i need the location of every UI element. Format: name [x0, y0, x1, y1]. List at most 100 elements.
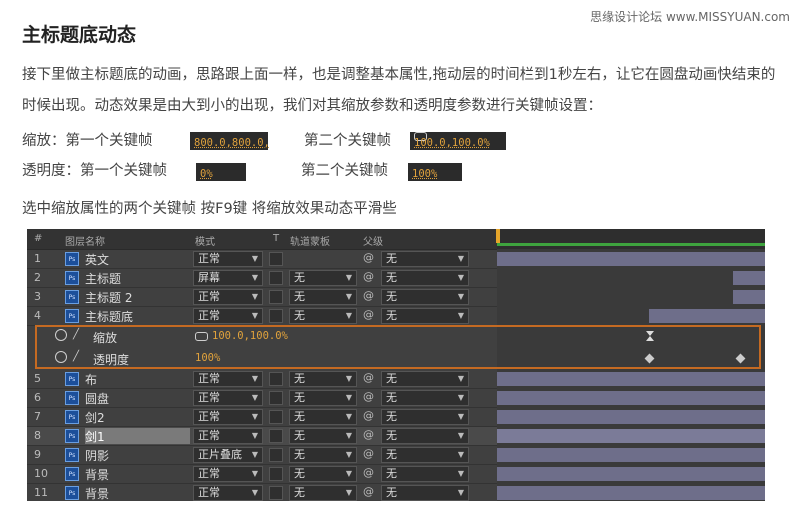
layer-row[interactable]: 6 Ps 圆盘 正常 ▼ 无 ▼ @ 无 ▼ — [27, 389, 497, 408]
mode-dropdown[interactable]: 正常 ▼ — [193, 390, 263, 406]
layer-name[interactable]: 剑2 — [85, 409, 190, 425]
layer-row[interactable]: 3 Ps 主标题 2 正常 ▼ 无 ▼ @ 无 ▼ — [27, 288, 497, 307]
parent-dropdown[interactable]: 无 ▼ — [381, 428, 469, 444]
preserve-transparency-checkbox[interactable] — [269, 448, 283, 462]
layer-name[interactable]: 背景 — [85, 466, 190, 482]
mode-dropdown[interactable]: 正片叠底 ▼ — [193, 447, 263, 463]
layer-row[interactable]: 1 Ps 英文 正常 ▼ @ 无 ▼ — [27, 250, 497, 269]
parent-pickwhip-icon[interactable]: @ — [363, 289, 374, 302]
track-matte-dropdown[interactable]: 无 ▼ — [289, 409, 357, 425]
track-matte-dropdown[interactable]: 无 ▼ — [289, 270, 357, 286]
track-matte-dropdown[interactable]: 无 ▼ — [289, 428, 357, 444]
layer-duration-bar[interactable] — [497, 467, 765, 481]
parent-pickwhip-icon[interactable]: @ — [363, 428, 374, 441]
layer-row[interactable]: 8 Ps 剑1 正常 ▼ 无 ▼ @ 无 ▼ — [27, 427, 497, 446]
layer-duration-bar[interactable] — [497, 486, 765, 500]
layer-row[interactable]: 7 Ps 剑2 正常 ▼ 无 ▼ @ 无 ▼ — [27, 408, 497, 427]
layer-row[interactable]: 2 Ps 主标题 屏幕 ▼ 无 ▼ @ 无 ▼ — [27, 269, 497, 288]
opacity-first-value: 0% — [196, 163, 246, 181]
layer-duration-bar[interactable] — [497, 429, 765, 443]
ps-file-icon: Ps — [65, 486, 79, 500]
parent-dropdown[interactable]: 无 ▼ — [381, 390, 469, 406]
chevron-down-icon: ▼ — [251, 488, 258, 497]
layer-name[interactable]: 主标题 2 — [85, 289, 190, 305]
mode-dropdown[interactable]: 正常 ▼ — [193, 371, 263, 387]
preserve-transparency-checkbox[interactable] — [269, 309, 283, 323]
layer-duration-bar[interactable] — [733, 271, 765, 285]
parent-dropdown[interactable]: 无 ▼ — [381, 371, 469, 387]
parent-pickwhip-icon[interactable]: @ — [363, 485, 374, 498]
mode-dropdown[interactable]: 屏幕 ▼ — [193, 270, 263, 286]
layer-name[interactable]: 主标题底 — [85, 308, 190, 324]
parent-dropdown[interactable]: 无 ▼ — [381, 289, 469, 305]
layer-row[interactable]: 9 Ps 阴影 正片叠底 ▼ 无 ▼ @ 无 ▼ — [27, 446, 497, 465]
header-num: # — [34, 233, 43, 244]
parent-dropdown[interactable]: 无 ▼ — [381, 466, 469, 482]
track-matte-dropdown[interactable]: 无 ▼ — [289, 466, 357, 482]
mode-dropdown[interactable]: 正常 ▼ — [193, 485, 263, 501]
layer-name[interactable]: 圆盘 — [85, 390, 190, 406]
parent-dropdown[interactable]: 无 ▼ — [381, 251, 469, 267]
layer-duration-bar[interactable] — [497, 448, 765, 462]
parent-pickwhip-icon[interactable]: @ — [363, 466, 374, 479]
layer-duration-bar[interactable] — [497, 252, 765, 266]
layer-duration-bar[interactable] — [649, 309, 765, 323]
layer-duration-bar[interactable] — [497, 410, 765, 424]
chevron-down-icon: ▼ — [251, 374, 258, 383]
mode-dropdown[interactable]: 正常 ▼ — [193, 289, 263, 305]
chevron-down-icon: ▼ — [345, 488, 352, 497]
layer-duration-bar[interactable] — [497, 372, 765, 386]
layer-row[interactable]: 10 Ps 背景 正常 ▼ 无 ▼ @ 无 ▼ — [27, 465, 497, 484]
mode-dropdown[interactable]: 正常 ▼ — [193, 251, 263, 267]
layer-name[interactable]: 主标题 — [85, 270, 190, 286]
layer-name[interactable]: 阴影 — [85, 447, 190, 463]
preserve-transparency-checkbox[interactable] — [269, 410, 283, 424]
work-area-bar[interactable] — [497, 243, 765, 246]
parent-pickwhip-icon[interactable]: @ — [363, 447, 374, 460]
preserve-transparency-checkbox[interactable] — [269, 290, 283, 304]
track-matte-dropdown[interactable]: 无 ▼ — [289, 485, 357, 501]
parent-dropdown[interactable]: 无 ▼ — [381, 308, 469, 324]
parent-dropdown[interactable]: 无 ▼ — [381, 270, 469, 286]
layer-duration-bar[interactable] — [733, 290, 765, 304]
watermark: 思缘设计论坛 www.MISSYUAN.com — [590, 10, 790, 24]
layer-row[interactable]: 4 Ps 主标题底 正常 ▼ 无 ▼ @ 无 ▼ — [27, 307, 497, 326]
parent-pickwhip-icon[interactable]: @ — [363, 390, 374, 403]
preserve-transparency-checkbox[interactable] — [269, 391, 283, 405]
preserve-transparency-checkbox[interactable] — [269, 372, 283, 386]
layer-name[interactable]: 剑1 — [85, 428, 190, 444]
preserve-transparency-checkbox[interactable] — [269, 271, 283, 285]
layer-row[interactable]: 5 Ps 布正常 ▼ 无 ▼ @ 无 ▼ — [27, 370, 497, 389]
layer-number: 7 — [34, 410, 41, 423]
preserve-transparency-checkbox[interactable] — [269, 429, 283, 443]
time-ruler[interactable] — [497, 229, 765, 249]
track-matte-dropdown[interactable]: 无 ▼ — [289, 308, 357, 324]
layer-name[interactable]: 英文 — [85, 251, 190, 267]
layer-name[interactable]: 背景 — [85, 485, 190, 501]
mode-dropdown[interactable]: 正常 ▼ — [193, 308, 263, 324]
parent-pickwhip-icon[interactable]: @ — [363, 371, 374, 384]
ps-file-icon: Ps — [65, 448, 79, 462]
track-matte-dropdown[interactable]: 无 ▼ — [289, 371, 357, 387]
mode-dropdown[interactable]: 正常 ▼ — [193, 428, 263, 444]
parent-dropdown[interactable]: 无 ▼ — [381, 485, 469, 501]
track-matte-dropdown[interactable]: 无 ▼ — [289, 390, 357, 406]
parent-dropdown[interactable]: 无 ▼ — [381, 409, 469, 425]
track-matte-dropdown[interactable]: 无 ▼ — [289, 289, 357, 305]
preserve-transparency-checkbox[interactable] — [269, 252, 283, 266]
parent-pickwhip-icon[interactable]: @ — [363, 270, 374, 283]
playhead[interactable] — [496, 229, 500, 243]
parent-pickwhip-icon[interactable]: @ — [363, 251, 374, 264]
preserve-transparency-checkbox[interactable] — [269, 467, 283, 481]
parent-pickwhip-icon[interactable]: @ — [363, 409, 374, 422]
mode-dropdown[interactable]: 正常 ▼ — [193, 409, 263, 425]
parent-dropdown[interactable]: 无 ▼ — [381, 447, 469, 463]
track-matte-dropdown[interactable]: 无 ▼ — [289, 447, 357, 463]
layer-duration-bar[interactable] — [497, 391, 765, 405]
parent-pickwhip-icon[interactable]: @ — [363, 308, 374, 321]
layer-name[interactable]: 布 — [85, 371, 190, 387]
header-track-matte: 轨道蒙板 — [290, 237, 330, 248]
preserve-transparency-checkbox[interactable] — [269, 486, 283, 500]
mode-dropdown[interactable]: 正常 ▼ — [193, 466, 263, 482]
layer-row[interactable]: 11 Ps 背景 正常 ▼ 无 ▼ @ 无 ▼ — [27, 484, 497, 501]
